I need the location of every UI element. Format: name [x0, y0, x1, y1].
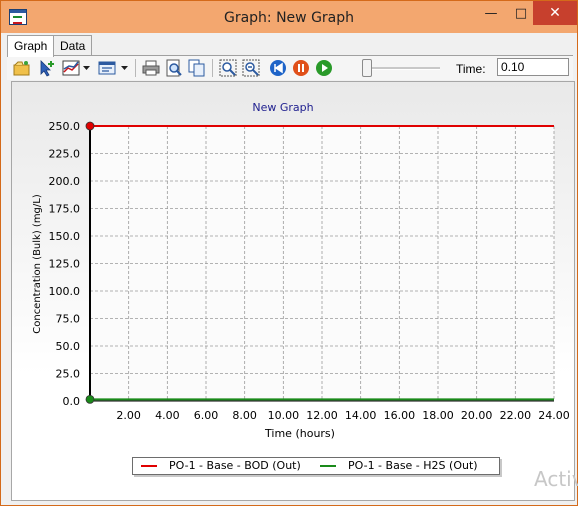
x-tick-label: 22.00	[500, 409, 532, 422]
y-tick-label: 25.0	[56, 368, 81, 381]
series-marker-0	[85, 121, 95, 131]
legend-item-h2s: PO-1 - Base - H2S (Out)	[348, 459, 478, 472]
zoom-out-icon[interactable]	[242, 59, 260, 77]
y-axis-ticks: 250.0 225.0 200.0 175.0 150.0 125.0 100.0 75.0 5…	[49, 120, 81, 408]
time-slider-thumb[interactable]	[362, 59, 372, 77]
y-tick-label: 175.0	[49, 203, 81, 216]
x-tick-label: 24.00	[538, 409, 570, 422]
title-bar[interactable]: Graph: New Graph — □ ✕	[1, 1, 577, 33]
series-marker-1	[85, 394, 95, 404]
x-tick-label: 6.00	[194, 409, 219, 422]
graph-options-icon[interactable]	[62, 59, 80, 77]
y-tick-label: 0.0	[63, 395, 81, 408]
y-tick-label: 125.0	[49, 258, 81, 271]
dropdown-icon[interactable]	[82, 59, 91, 77]
x-tick-label: 18.00	[422, 409, 454, 422]
legend-item-bod: PO-1 - Base - BOD (Out)	[169, 459, 301, 472]
y-tick-label: 225.0	[49, 148, 81, 161]
rewind-icon[interactable]	[269, 59, 287, 77]
x-axis-label: Time (hours)	[264, 427, 335, 440]
dropdown-icon[interactable]	[120, 59, 129, 77]
chart-title: New Graph	[252, 101, 313, 114]
toolbar-separator	[212, 59, 213, 77]
graph-panel: New Graph 250.0 225.0 200.0 175.0 150.0 125.0…	[11, 81, 575, 501]
time-input[interactable]	[497, 58, 569, 76]
legend-swatch-h2s	[320, 465, 336, 467]
zoom-in-icon[interactable]	[219, 59, 237, 77]
chart-legend: PO-1 - Base - BOD (Out) PO-1 - Base - H2…	[132, 457, 500, 475]
play-icon[interactable]	[315, 59, 333, 77]
chart-grid	[89, 125, 555, 402]
y-tick-label: 250.0	[49, 120, 81, 133]
time-label: Time:	[456, 62, 486, 76]
time-slider-track[interactable]	[364, 67, 440, 70]
y-tick-label: 100.0	[49, 285, 81, 298]
activation-watermark: Activ	[534, 467, 578, 491]
print-icon[interactable]	[142, 59, 160, 77]
y-tick-label: 50.0	[56, 340, 81, 353]
graph-toolbar: Time:	[7, 55, 573, 80]
close-button[interactable]: ✕	[533, 1, 577, 25]
copy-icon[interactable]	[188, 59, 206, 77]
y-axis-label: Concentration (Bulk) (mg/L)	[32, 194, 43, 334]
y-tick-label: 75.0	[56, 313, 81, 326]
x-tick-label: 2.00	[116, 409, 141, 422]
print-preview-icon[interactable]	[165, 59, 183, 77]
x-tick-label: 20.00	[461, 409, 493, 422]
toolbar-separator	[135, 59, 136, 77]
x-tick-label: 14.00	[345, 409, 377, 422]
pause-icon[interactable]	[292, 59, 310, 77]
x-tick-label: 8.00	[232, 409, 257, 422]
x-tick-label: 16.00	[384, 409, 416, 422]
view-options-icon[interactable]	[98, 59, 116, 77]
tab-data[interactable]: Data	[53, 35, 93, 56]
y-tick-label: 150.0	[49, 230, 81, 243]
y-tick-label: 200.0	[49, 175, 81, 188]
x-tick-label: 10.00	[268, 409, 300, 422]
open-graph-icon[interactable]	[13, 59, 31, 77]
x-tick-label: 12.00	[306, 409, 338, 422]
tab-graph[interactable]: Graph	[7, 35, 55, 57]
x-axis-ticks: 2.00 4.00 6.00 8.00 10.00 12.00 14.00 16.00 18.0…	[116, 409, 569, 422]
graph-window: Graph: New Graph — □ ✕ Graph Data Time: …	[0, 0, 578, 506]
add-series-icon[interactable]	[38, 59, 56, 77]
line-chart: New Graph 250.0 225.0 200.0 175.0 150.0 125.0…	[32, 101, 570, 440]
legend-swatch-bod	[141, 465, 157, 467]
x-tick-label: 4.00	[155, 409, 180, 422]
minimize-button[interactable]: —	[476, 1, 506, 27]
maximize-button[interactable]: □	[506, 1, 536, 27]
